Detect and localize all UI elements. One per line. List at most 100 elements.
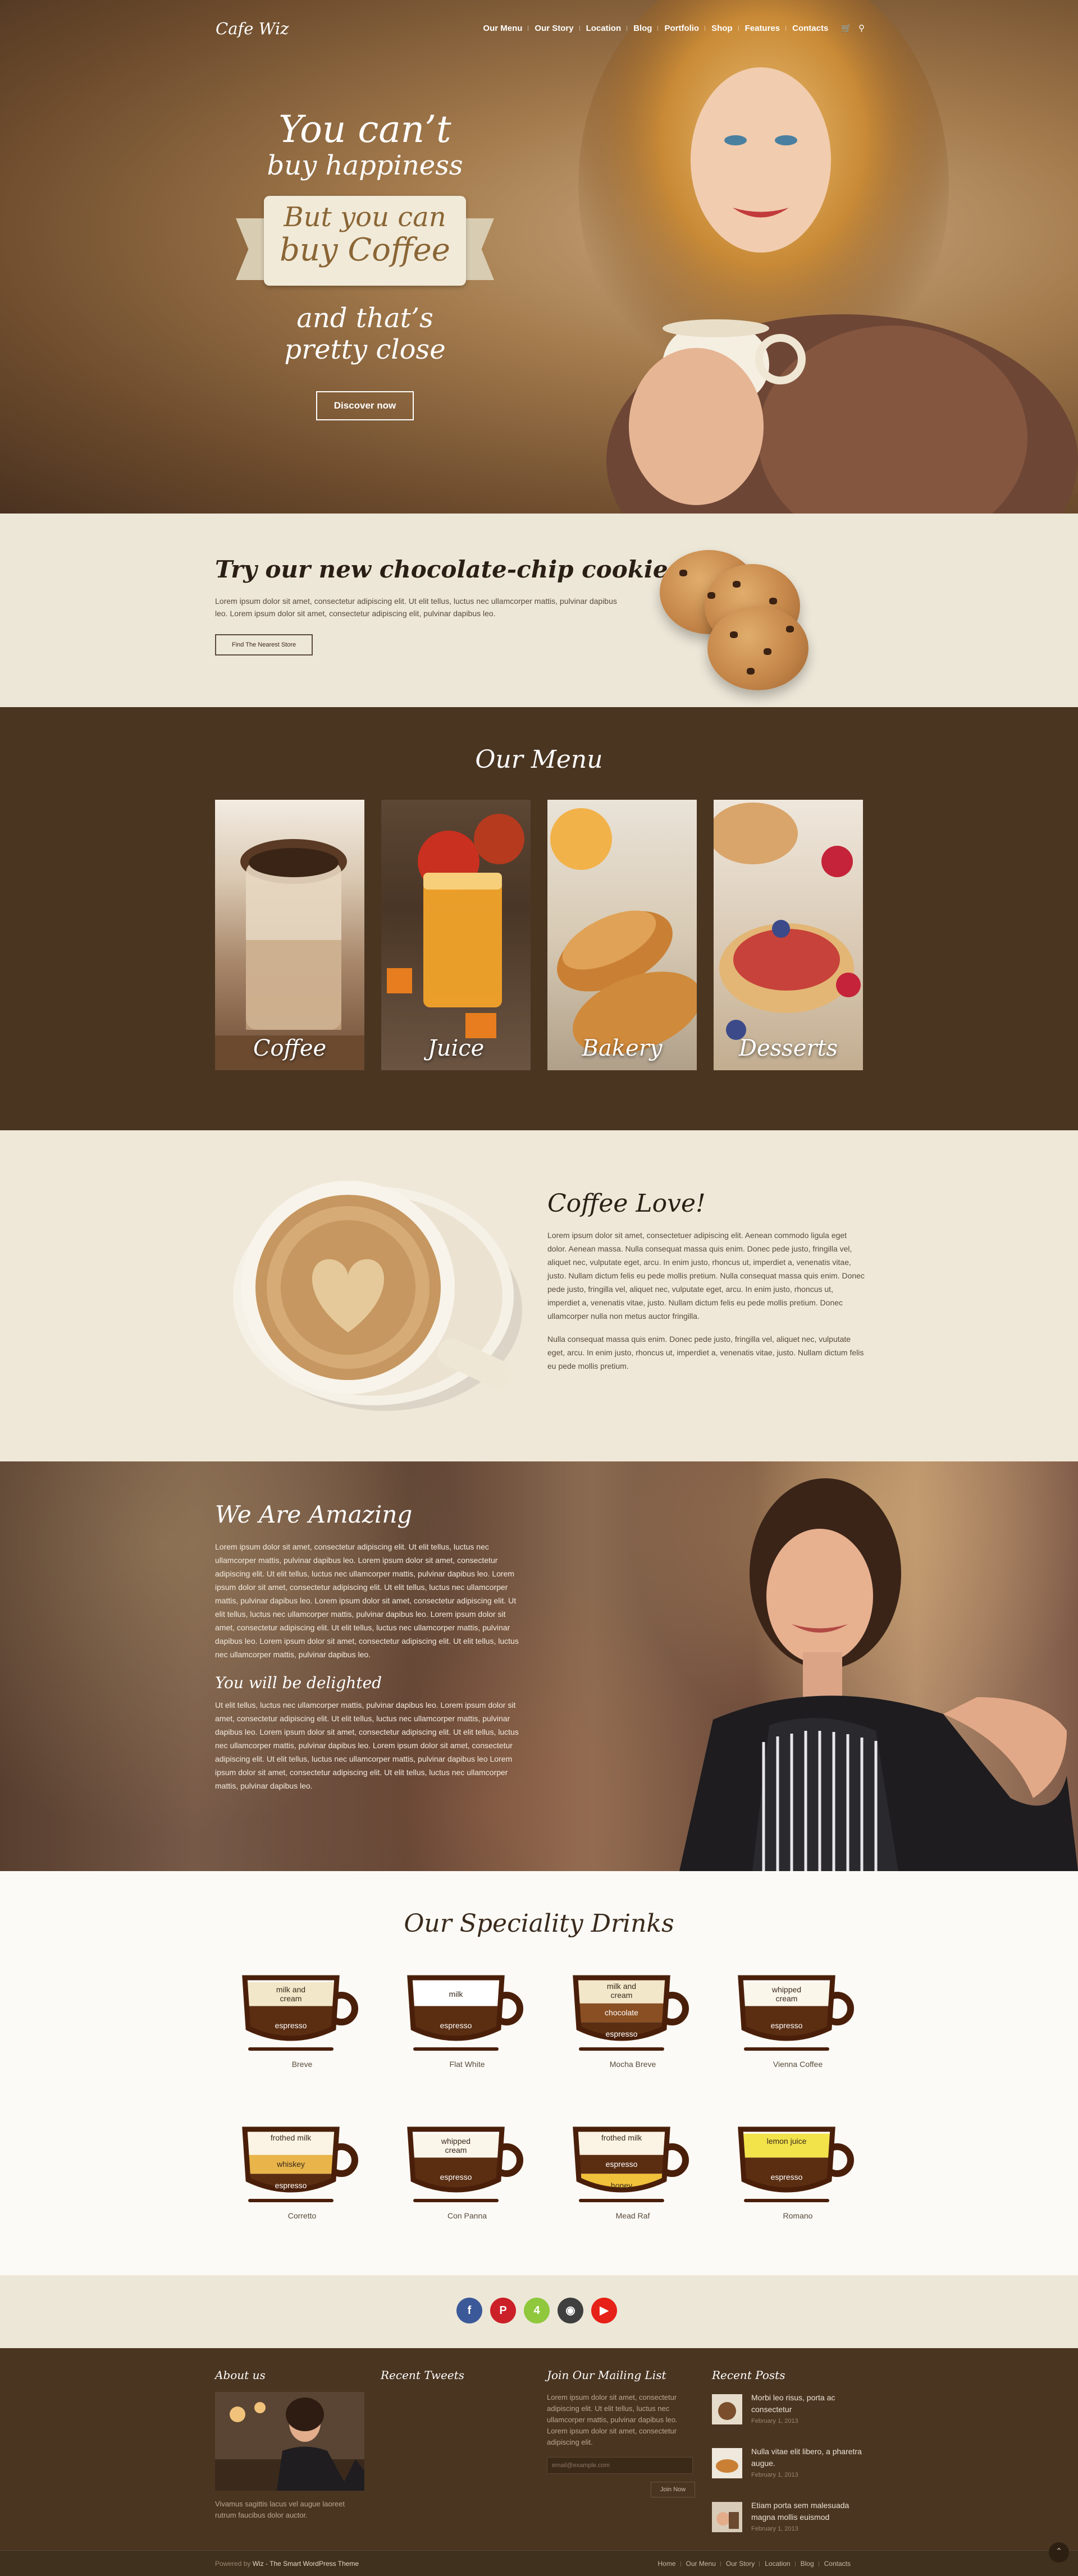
- we-are-amazing-section: We Are Amazing Lorem ipsum dolor sit ame…: [0, 1461, 1078, 1871]
- footer-about-title: About us: [215, 2368, 266, 2382]
- hero-line-3: and that’s: [296, 302, 433, 334]
- hero-headline: You can’t buy happiness But you can buy …: [213, 109, 517, 420]
- drink-item: espresso whipped cream Vienna Coffee: [736, 1967, 860, 2079]
- cart-icon[interactable]: 🛒: [841, 23, 852, 33]
- latte-art-image: [233, 1181, 522, 1411]
- powered-by-link[interactable]: Wiz - The Smart WordPress Theme: [253, 2560, 359, 2568]
- hero-woman-image: [578, 0, 1078, 514]
- drink-name: Mead Raf: [615, 2211, 650, 2220]
- drink-layer-label: honey: [610, 2180, 633, 2190]
- footer-link-contacts[interactable]: Contacts: [818, 2560, 856, 2568]
- recent-post-item[interactable]: Nulla vitae elit libero, a pharetra augu…: [712, 2446, 864, 2485]
- menu-title: Our Menu: [475, 745, 603, 774]
- drink-layer-label: whiskey: [277, 2160, 305, 2169]
- post-date: February 1, 2013: [751, 2525, 798, 2532]
- drinks-title: Our Speciality Drinks: [404, 1909, 674, 1938]
- post-title[interactable]: Etiam porta sem malesuada magna mollis e…: [751, 2500, 864, 2523]
- nav-shop[interactable]: Shop: [705, 24, 739, 33]
- foursquare-icon[interactable]: 4: [524, 2298, 550, 2323]
- footer-link-our-story[interactable]: Our Story: [720, 2560, 760, 2568]
- drink-layer-label: espresso: [605, 2029, 638, 2038]
- menu-card-desserts[interactable]: Desserts: [714, 800, 863, 1070]
- footer-tweets-title: Recent Tweets: [381, 2368, 464, 2382]
- main-menu: Our Menu Our Story Location Blog Portfol…: [477, 23, 865, 34]
- recent-post-item[interactable]: Etiam porta sem malesuada magna mollis e…: [712, 2500, 864, 2539]
- drink-name: Con Panna: [447, 2211, 487, 2220]
- footer-bottom-bar: Powered by Wiz - The Smart WordPress The…: [0, 2550, 1078, 2576]
- drink-name: Romano: [783, 2211, 813, 2220]
- drink-item: espresso whiskey frothed milk Corretto: [240, 2118, 364, 2230]
- amazing-paragraph-1: Lorem ipsum dolor sit amet, consectetur …: [215, 1542, 519, 1659]
- drink-item: espresso chocolate milk and cream Mocha Bre…: [571, 1967, 695, 2079]
- drink-layer-label: espresso: [275, 2021, 307, 2030]
- amazing-subtitle: You will be delighted: [215, 1674, 382, 1692]
- drink-item: espresso lemon juice Romano: [736, 2118, 860, 2230]
- back-to-top-button[interactable]: ⌃: [1049, 2542, 1069, 2563]
- youtube-icon[interactable]: ▶: [591, 2298, 617, 2323]
- amazing-paragraph-2: Ut elit tellus, luctus nec ullamcorper m…: [215, 1700, 519, 1790]
- footer-posts-title: Recent Posts: [712, 2368, 785, 2382]
- menu-card-coffee[interactable]: Coffee: [215, 800, 364, 1070]
- nav-location[interactable]: Location: [579, 24, 628, 33]
- drink-layer-label: espresso: [605, 2160, 638, 2169]
- waitress-image: [679, 1478, 1078, 1871]
- post-date: February 1, 2013: [751, 2418, 798, 2424]
- menu-card-label: Bakery: [582, 1035, 663, 1061]
- recent-post-item[interactable]: Morbi leo risus, porta ac consectetur Fe…: [712, 2392, 864, 2431]
- drink-item: espresso milk and cream Breve: [240, 1967, 364, 2079]
- footer-mailing-text: Lorem ipsum dolor sit amet, consectetur …: [547, 2393, 678, 2446]
- menu-card-juice[interactable]: Juice: [381, 800, 531, 1070]
- menu-card-label: Coffee: [253, 1035, 327, 1061]
- nav-blog[interactable]: Blog: [627, 24, 658, 33]
- drink-layer-label: milk and cream: [606, 1981, 637, 2000]
- instagram-icon[interactable]: ◉: [558, 2298, 583, 2323]
- facebook-icon[interactable]: f: [456, 2298, 482, 2323]
- nav-features[interactable]: Features: [738, 24, 787, 33]
- discover-now-button[interactable]: Discover now: [316, 391, 414, 420]
- post-thumbnail: [712, 2502, 742, 2532]
- drink-layer-label: milk: [449, 1989, 463, 1999]
- drink-name: Corretto: [287, 2211, 317, 2220]
- drink-name: Vienna Coffee: [773, 2060, 823, 2069]
- nav-our-story[interactable]: Our Story: [528, 24, 579, 33]
- nav-portfolio[interactable]: Portfolio: [657, 24, 705, 33]
- join-now-button[interactable]: Join Now: [651, 2482, 696, 2497]
- drink-item: honey espresso frothed milk Mead Raf: [571, 2118, 695, 2230]
- ribbon-line-1: But you can: [284, 201, 446, 233]
- footer-link-location[interactable]: Location: [759, 2560, 795, 2568]
- drink-layer-label: frothed milk: [270, 2133, 312, 2142]
- about-photo: [215, 2392, 364, 2491]
- cookies-text: Lorem ipsum dolor sit amet, consectetur …: [215, 597, 617, 618]
- coffee-love-paragraph-2: Nulla consequat massa quis enim. Donec p…: [547, 1335, 864, 1370]
- nav-our-menu[interactable]: Our Menu: [477, 24, 528, 33]
- footer-about: About us Vivamus sagittis lacus vel augu…: [215, 2368, 367, 2521]
- footer-link-home[interactable]: Home: [653, 2560, 681, 2568]
- drink-name: Mocha Breve: [609, 2060, 656, 2069]
- footer-mailing-title: Join Our Mailing List: [547, 2368, 666, 2382]
- hero-line-2: buy happiness: [267, 150, 463, 181]
- post-thumbnail: [712, 2394, 742, 2424]
- find-store-button[interactable]: Find The Nearest Store: [215, 634, 313, 656]
- email-field[interactable]: email@example.com: [547, 2457, 693, 2474]
- footer-recent-posts: Recent Posts Morbi leo risus, porta ac c…: [712, 2368, 864, 2554]
- post-title[interactable]: Nulla vitae elit libero, a pharetra augu…: [751, 2446, 864, 2469]
- drink-layer-label: chocolate: [605, 2008, 638, 2018]
- drink-layer-label: espresso: [440, 2172, 472, 2182]
- drink-layer-label: frothed milk: [601, 2133, 642, 2142]
- footer-link-our-menu[interactable]: Our Menu: [680, 2560, 721, 2568]
- menu-card-bakery[interactable]: Bakery: [547, 800, 697, 1070]
- footer-links: Home Our Menu Our Story Location Blog Co…: [653, 2560, 856, 2568]
- our-menu-section: Our Menu Coffee Juice Bakery Desserts: [0, 707, 1078, 1130]
- post-date: February 1, 2013: [751, 2472, 798, 2478]
- nav-contacts[interactable]: Contacts: [785, 24, 834, 33]
- site-footer: About us Vivamus sagittis lacus vel augu…: [0, 2348, 1078, 2576]
- post-title[interactable]: Morbi leo risus, porta ac consectetur: [751, 2392, 864, 2415]
- pinterest-icon[interactable]: P: [490, 2298, 516, 2323]
- footer-about-text: Vivamus sagittis lacus vel augue laoreet…: [215, 2500, 345, 2519]
- powered-by: Powered by Wiz - The Smart WordPress The…: [215, 2560, 359, 2568]
- footer-link-blog[interactable]: Blog: [794, 2560, 819, 2568]
- search-icon[interactable]: ⚲: [858, 23, 865, 33]
- coffee-love-paragraph-1: Lorem ipsum dolor sit amet, consectetuer…: [547, 1231, 865, 1321]
- drink-layer-label: lemon juice: [766, 2136, 807, 2146]
- site-logo[interactable]: Cafe Wiz: [216, 19, 289, 38]
